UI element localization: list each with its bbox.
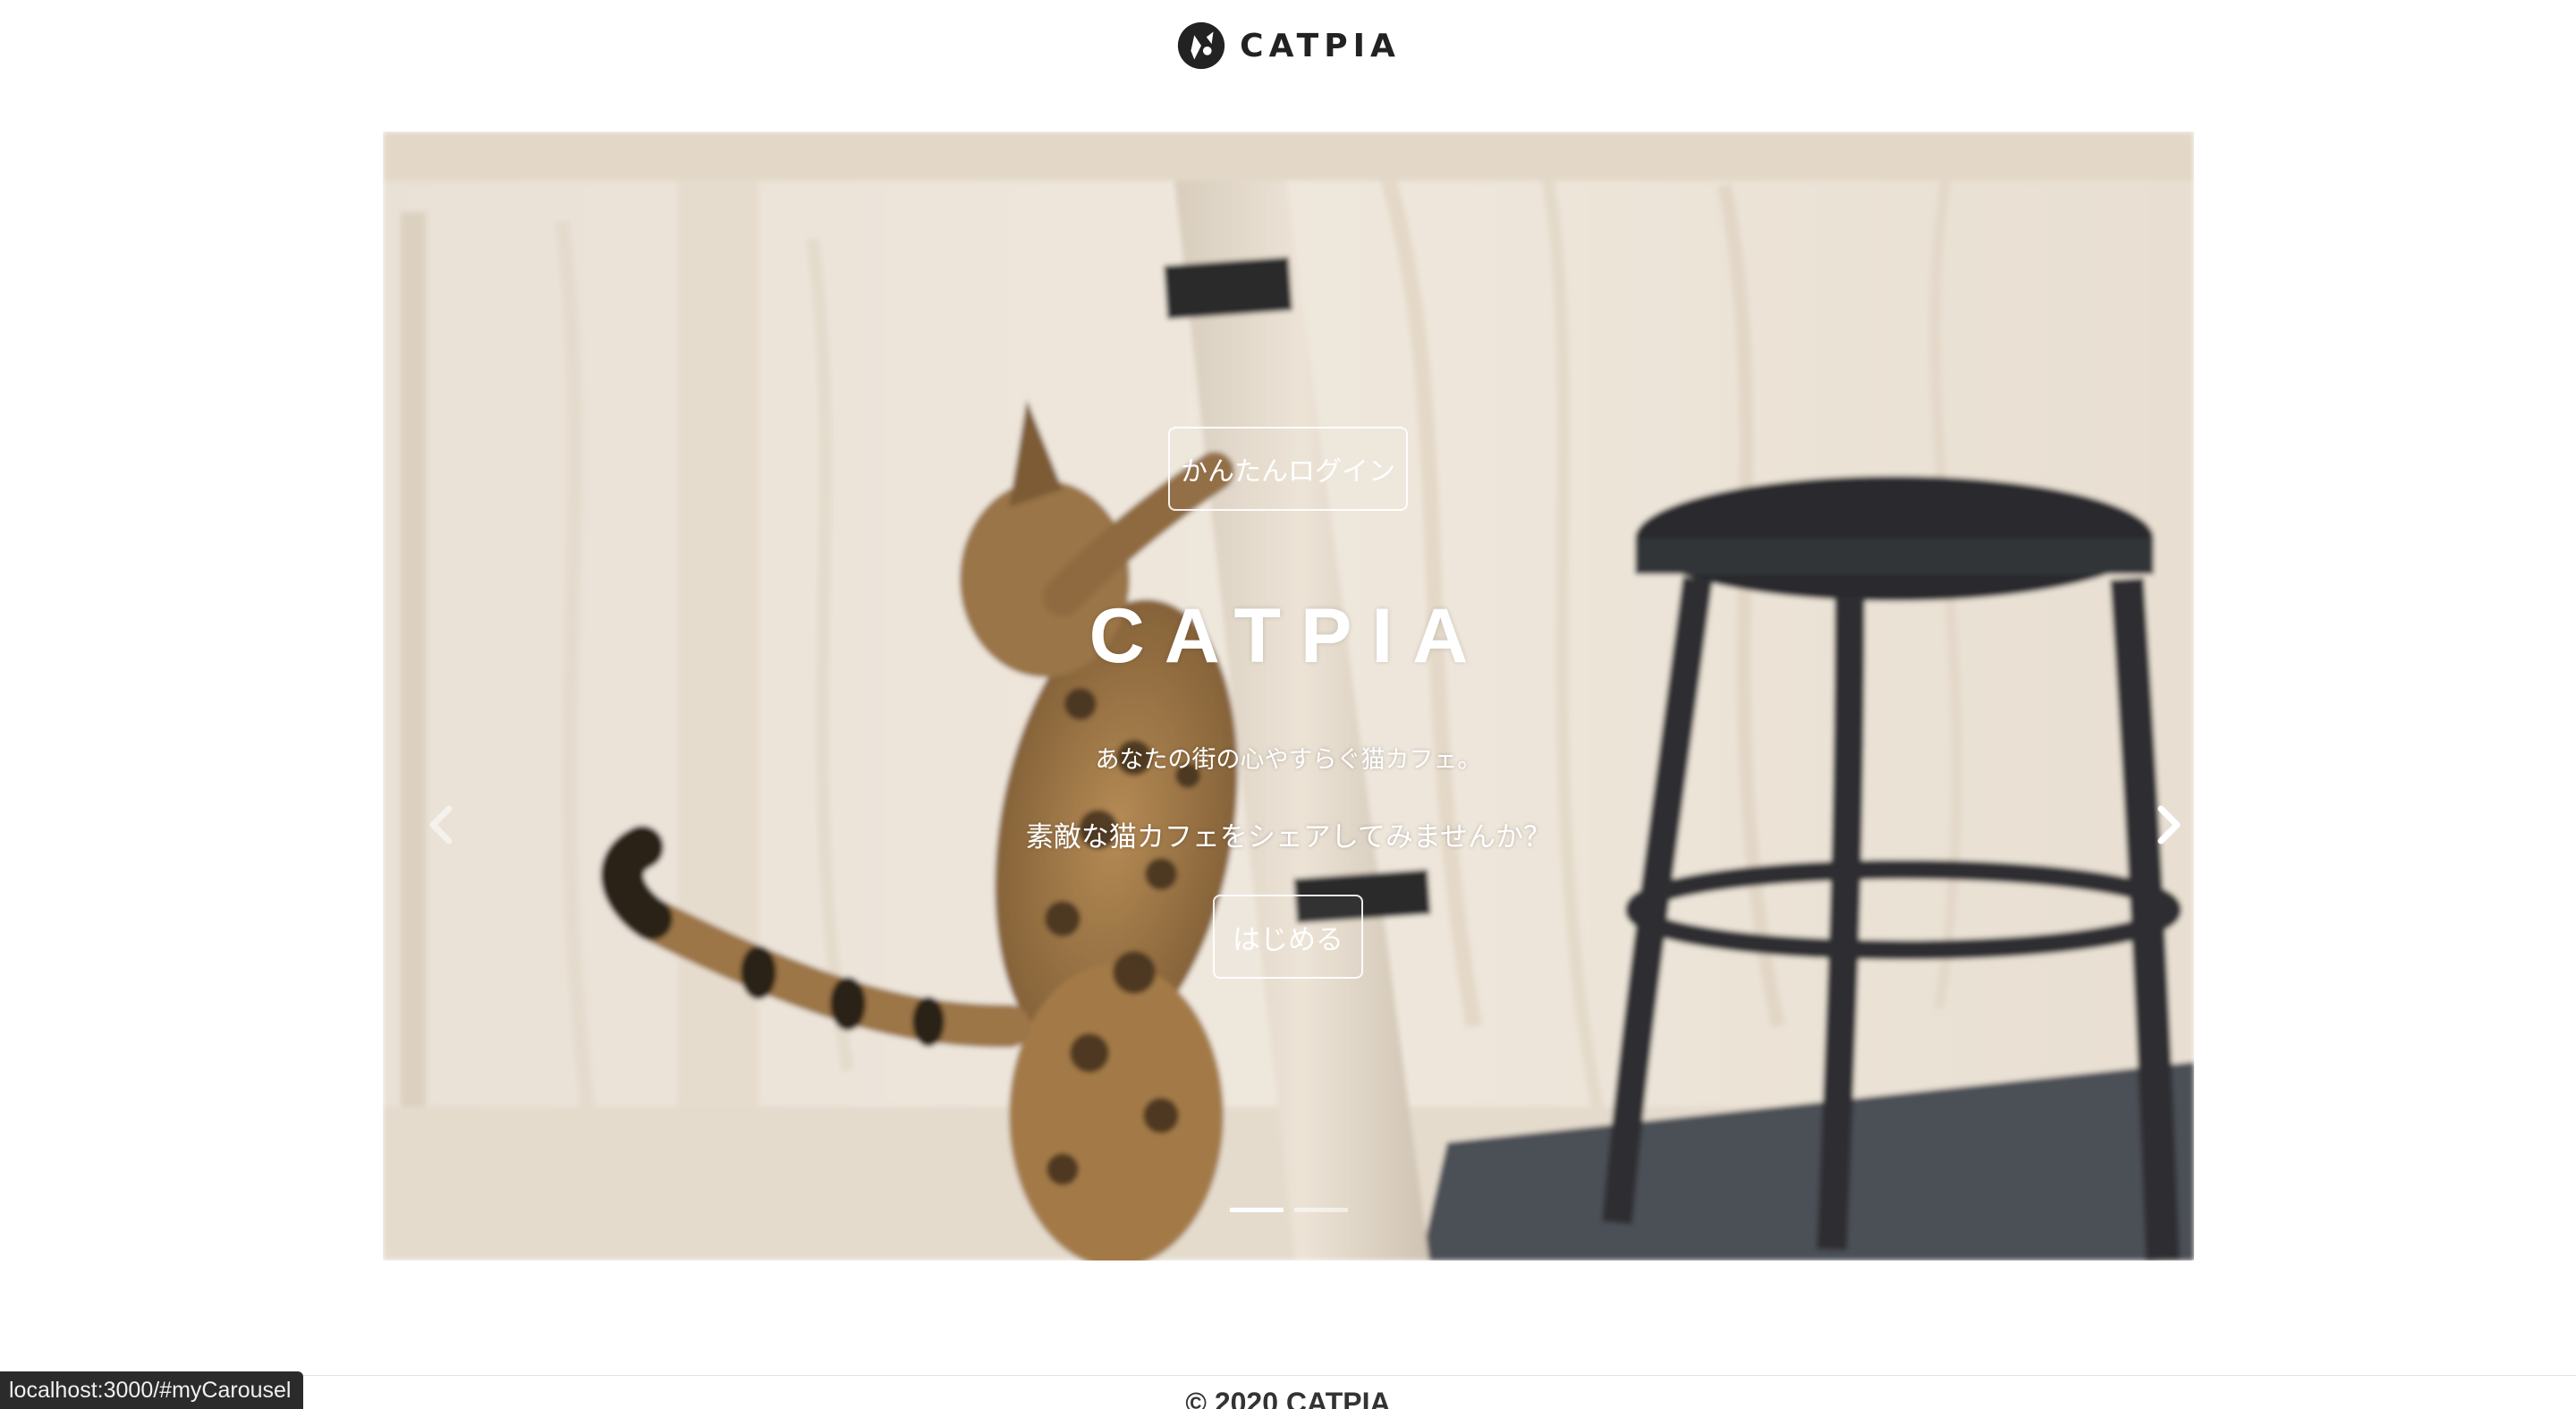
carousel-indicator-2[interactable] bbox=[1293, 1208, 1348, 1212]
chevron-right-icon bbox=[2157, 805, 2181, 845]
carousel-indicators bbox=[383, 1208, 2194, 1212]
browser-status-bar: localhost:3000/#myCarousel bbox=[0, 1371, 304, 1409]
chevron-left-icon bbox=[429, 805, 453, 845]
carousel-caption: かんたんログイン CATPIA あなたの街の心やすらぐ猫カフェ。 素敵な猫カフェ… bbox=[383, 132, 2194, 1260]
page: CATPIA かんたんログイン CATPIA あなたの街の心やすらぐ猫カフェ。 … bbox=[0, 0, 2576, 1409]
carousel-indicator-1[interactable] bbox=[1229, 1208, 1284, 1212]
hero-title: CATPIA bbox=[1089, 593, 1488, 679]
site-footer: © 2020 CATPIA bbox=[0, 1375, 2576, 1409]
hero-subtitle-1: あなたの街の心やすらぐ猫カフェ。 bbox=[1095, 746, 1482, 774]
cat-logo-icon bbox=[1178, 21, 1225, 70]
carousel-prev-button[interactable] bbox=[414, 789, 468, 861]
site-header: CATPIA bbox=[0, 0, 2576, 131]
start-button[interactable]: はじめる bbox=[1213, 895, 1363, 979]
hero-carousel: かんたんログイン CATPIA あなたの街の心やすらぐ猫カフェ。 素敵な猫カフェ… bbox=[383, 132, 2194, 1260]
logo[interactable]: CATPIA bbox=[1175, 20, 1401, 72]
easy-login-button[interactable]: かんたんログイン bbox=[1168, 427, 1408, 511]
footer-copyright: © 2020 CATPIA bbox=[1185, 1388, 1391, 1409]
carousel-next-button[interactable] bbox=[2142, 789, 2194, 861]
hero-subtitle-2: 素敵な猫カフェをシェアしてみませんか？ bbox=[1025, 821, 1552, 853]
logo-text: CATPIA bbox=[1240, 27, 1401, 64]
